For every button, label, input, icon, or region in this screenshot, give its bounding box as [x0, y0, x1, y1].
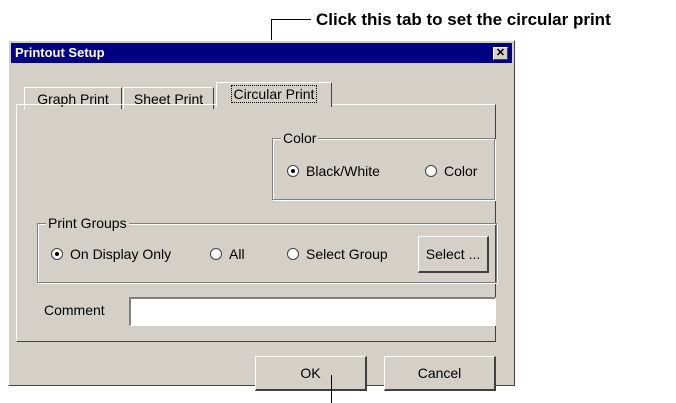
- close-icon[interactable]: ✕: [493, 47, 508, 60]
- tab-circular-print[interactable]: Circular Print: [216, 82, 332, 107]
- radio-all-label: All: [229, 246, 245, 262]
- radio-select-group[interactable]: Select Group: [287, 246, 388, 262]
- dialog-title: Printout Setup: [15, 45, 105, 60]
- radio-on-display-only[interactable]: On Display Only: [51, 246, 171, 262]
- print-groups-label: Print Groups: [46, 215, 129, 231]
- radio-select-group-label: Select Group: [306, 246, 388, 262]
- radio-button-icon: [287, 248, 299, 260]
- radio-on-display-only-label: On Display Only: [70, 246, 172, 262]
- radio-button-icon: [425, 165, 437, 177]
- callout-leader-bottom: [331, 375, 332, 403]
- comment-field[interactable]: [129, 297, 496, 326]
- color-group-label: Color: [281, 130, 319, 146]
- annotation-callout: Click this tab to set the circular print: [316, 10, 611, 29]
- radio-button-icon: [51, 248, 63, 260]
- ok-button[interactable]: OK: [255, 356, 367, 391]
- radio-color-label: Color: [444, 163, 478, 179]
- radio-black-white-label: Black/White: [306, 163, 380, 179]
- cancel-button[interactable]: Cancel: [384, 356, 496, 391]
- radio-all[interactable]: All: [210, 246, 245, 262]
- dialog-titlebar: Printout Setup ✕: [11, 43, 512, 63]
- select-group-button[interactable]: Select ...: [418, 236, 489, 273]
- comment-label: Comment: [44, 302, 105, 318]
- radio-button-icon: [210, 248, 222, 260]
- radio-color[interactable]: Color: [425, 163, 477, 179]
- callout-leader-horizontal: [271, 19, 311, 20]
- radio-black-white[interactable]: Black/White: [287, 163, 380, 179]
- radio-button-icon: [287, 165, 299, 177]
- tab-circular-print-label: Circular Print: [230, 85, 318, 103]
